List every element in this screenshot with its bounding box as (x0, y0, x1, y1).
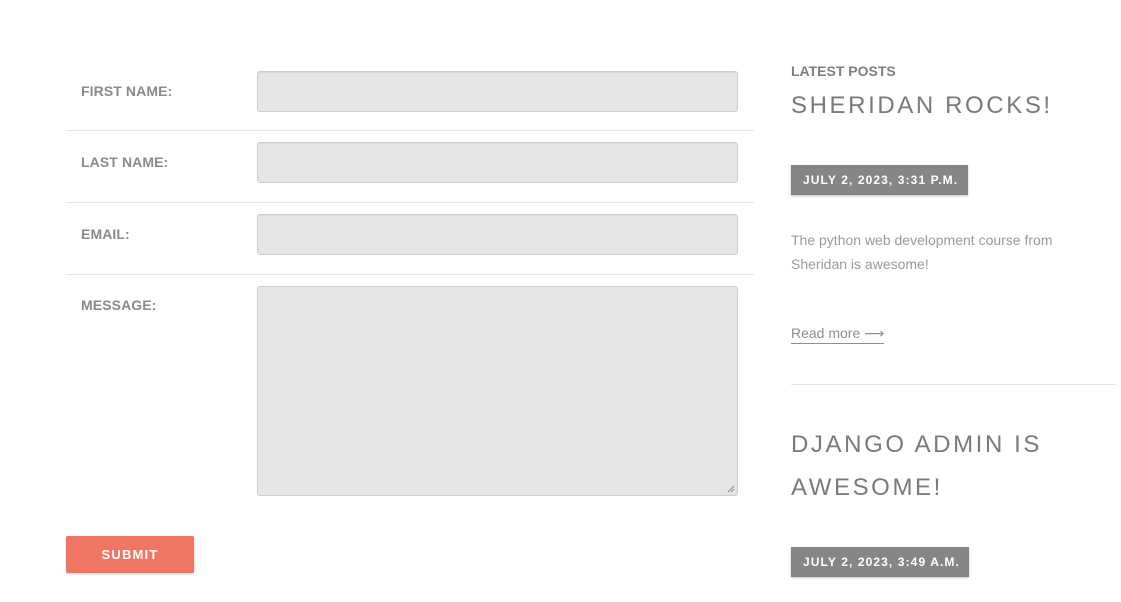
last-name-row: LAST NAME: (66, 131, 754, 203)
last-name-label: LAST NAME: (81, 154, 169, 170)
post-excerpt: The python web development course from S… (791, 232, 1053, 272)
read-more-link[interactable]: Read more ⟶ (791, 323, 885, 344)
sidebar-heading: LATEST POSTS (791, 63, 896, 79)
first-name-label: FIRST NAME: (81, 83, 173, 99)
page: FIRST NAME: LAST NAME: EMAIL: MESSAGE: S… (0, 0, 1121, 602)
first-name-row: FIRST NAME: (66, 50, 754, 131)
post-title[interactable]: SHERIDAN ROCKS! (791, 84, 1116, 127)
submit-button[interactable]: SUBMIT (66, 536, 194, 573)
contact-form: FIRST NAME: LAST NAME: EMAIL: MESSAGE: (66, 50, 754, 497)
message-label: MESSAGE: (81, 297, 157, 313)
message-row: MESSAGE: (66, 275, 754, 497)
first-name-input[interactable] (257, 71, 738, 112)
message-textarea[interactable] (257, 286, 738, 496)
post-divider (791, 384, 1116, 385)
email-label: EMAIL: (81, 226, 130, 242)
resize-handle-icon[interactable] (727, 485, 735, 493)
post-title[interactable]: DJANGO ADMIN IS AWESOME! (791, 423, 1116, 509)
email-input[interactable] (257, 214, 738, 255)
post-date-badge: JULY 2, 2023, 3:49 A.M. (791, 547, 969, 577)
email-row: EMAIL: (66, 203, 754, 275)
post-date-badge: JULY 2, 2023, 3:31 P.M. (791, 165, 968, 195)
last-name-input[interactable] (257, 142, 738, 183)
